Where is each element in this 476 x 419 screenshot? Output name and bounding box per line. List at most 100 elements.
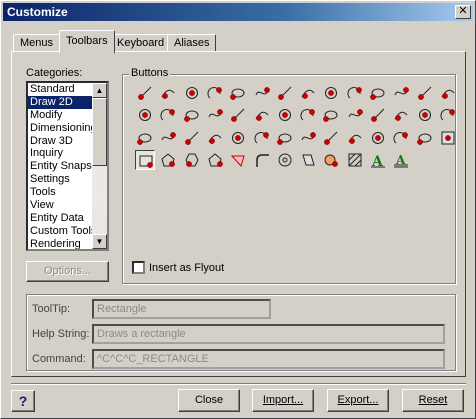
helix-icon[interactable] [391,105,411,125]
ray2-icon[interactable] [345,128,365,148]
insert-as-flyout-checkbox[interactable] [132,261,145,274]
rect-icon[interactable] [182,128,202,148]
cloud-icon-glyph [418,109,431,122]
donut-icon[interactable] [391,83,411,103]
help-string-label: Help String: [32,328,90,340]
tangent-arc-icon[interactable] [438,105,458,125]
category-item[interactable]: Rendering [28,238,94,249]
line-icon-glyph [138,86,152,100]
category-item[interactable]: View [28,199,94,212]
help-button[interactable]: ? [11,390,35,412]
cloud-icon[interactable] [415,105,435,125]
ellipse-center-icon[interactable] [345,105,365,125]
revcloud-icon[interactable] [298,128,318,148]
polygon-side-icon[interactable] [205,150,225,170]
category-item[interactable]: Settings [28,173,94,186]
tooltip-field[interactable]: Rectangle [92,299,271,319]
tab-keyboard[interactable]: Keyboard [110,34,172,52]
arc-3pt-icon-glyph [139,109,151,122]
multipoint-icon[interactable] [391,128,411,148]
help-string-field[interactable]: Draws a rectangle [92,324,445,344]
category-item[interactable]: Entity Snaps [28,160,94,173]
categories-listbox[interactable]: Standard Draw 2D Modify Dimensioning Draw 3D… [26,81,109,251]
category-item[interactable]: Inquiry [28,147,94,160]
arc-center-icon[interactable] [182,105,202,125]
circle-3pt-icon[interactable] [345,83,365,103]
polyline-icon[interactable] [158,83,178,103]
scroll-down-icon[interactable]: ▼ [92,234,107,249]
circle-tangent-icon[interactable] [438,83,458,103]
tab-menus[interactable]: Menus [13,34,61,52]
category-item[interactable]: Tools [28,186,94,199]
freehand-icon[interactable] [252,83,272,103]
donut-fill-icon[interactable] [321,150,341,170]
hatch-icon[interactable] [205,128,225,148]
rectangle-icon[interactable] [135,149,155,170]
scroll-up-icon[interactable]: ▲ [92,83,107,98]
command-field[interactable]: ^C^C^C_RECTANGLE [92,349,445,369]
category-item[interactable]: Draw 2D [28,95,94,109]
ellipse-arc-icon[interactable] [298,105,318,125]
arc-continue-icon-glyph [278,109,291,122]
line-arc-icon[interactable] [182,83,202,103]
solid-fill-icon[interactable] [228,150,248,170]
target-icon[interactable] [275,150,295,170]
reset-button[interactable]: Reset [402,389,464,412]
arc-3pt-icon[interactable] [135,105,155,125]
measure-icon[interactable] [438,128,458,148]
wipeout-icon[interactable] [275,128,295,148]
mtext-icon[interactable]: A [391,150,411,170]
tangent-arc-icon-glyph [440,109,455,121]
polygon-icon[interactable] [158,128,178,148]
multipoint-icon-glyph [393,131,409,143]
point-icon-glyph [137,133,152,145]
freehand-icon-glyph [255,87,270,96]
arc-tangent-icon[interactable] [228,105,248,125]
rect-icon-glyph [184,131,198,145]
category-item[interactable]: Custom Tools [28,225,96,238]
ray-icon[interactable] [205,83,225,103]
ellipse-icon[interactable] [415,83,435,103]
fillet-corner-icon[interactable] [252,150,272,170]
export-button[interactable]: Export... [327,389,389,412]
category-item[interactable]: Entity Data [28,212,94,225]
arc-start-center-icon[interactable] [158,105,178,125]
arc-direction-icon[interactable] [252,105,272,125]
ray-icon-glyph [207,87,222,99]
tab-toolbars[interactable]: Toolbars [59,30,115,53]
divide-icon[interactable] [415,128,435,148]
circle-2pt-icon[interactable] [321,83,341,103]
region-icon[interactable] [252,128,272,148]
boundary-icon[interactable] [228,128,248,148]
xline-icon[interactable] [321,128,341,148]
arc-end-icon[interactable] [205,105,225,125]
arc-tangent-icon-glyph [231,108,245,123]
arc-icon[interactable] [368,83,388,103]
close-button[interactable]: Close [178,389,240,412]
ellipse-axis-icon[interactable] [321,105,341,125]
line-icon[interactable] [135,83,155,103]
text-icon[interactable]: A [368,150,388,170]
hexagon-icon[interactable] [182,150,202,170]
scroll-thumb[interactable] [92,98,107,166]
trace-icon[interactable] [298,150,318,170]
tab-aliases[interactable]: Aliases [167,34,217,52]
solid-fill-icon-glyph [231,155,245,167]
donut-icon-glyph [394,87,410,96]
mline-icon[interactable] [368,128,388,148]
pencil-icon[interactable] [275,83,295,103]
category-item[interactable]: Dimensioning [28,122,97,135]
spline-icon[interactable] [368,105,388,125]
box-icon[interactable] [228,83,248,103]
import-button[interactable]: Import... [252,389,314,412]
pentagon-icon[interactable] [158,150,178,170]
circle-center-icon[interactable] [298,83,318,103]
category-item[interactable]: Modify [28,109,94,122]
arc-continue-icon[interactable] [275,105,295,125]
category-item[interactable]: Draw 3D [28,135,94,148]
category-item[interactable]: Standard [28,83,94,96]
categories-scrollbar[interactable]: ▲ ▼ [92,83,107,249]
window-close-button[interactable]: ✕ [455,5,471,19]
hatch-pattern-icon[interactable] [345,150,365,170]
point-icon[interactable] [135,128,155,148]
